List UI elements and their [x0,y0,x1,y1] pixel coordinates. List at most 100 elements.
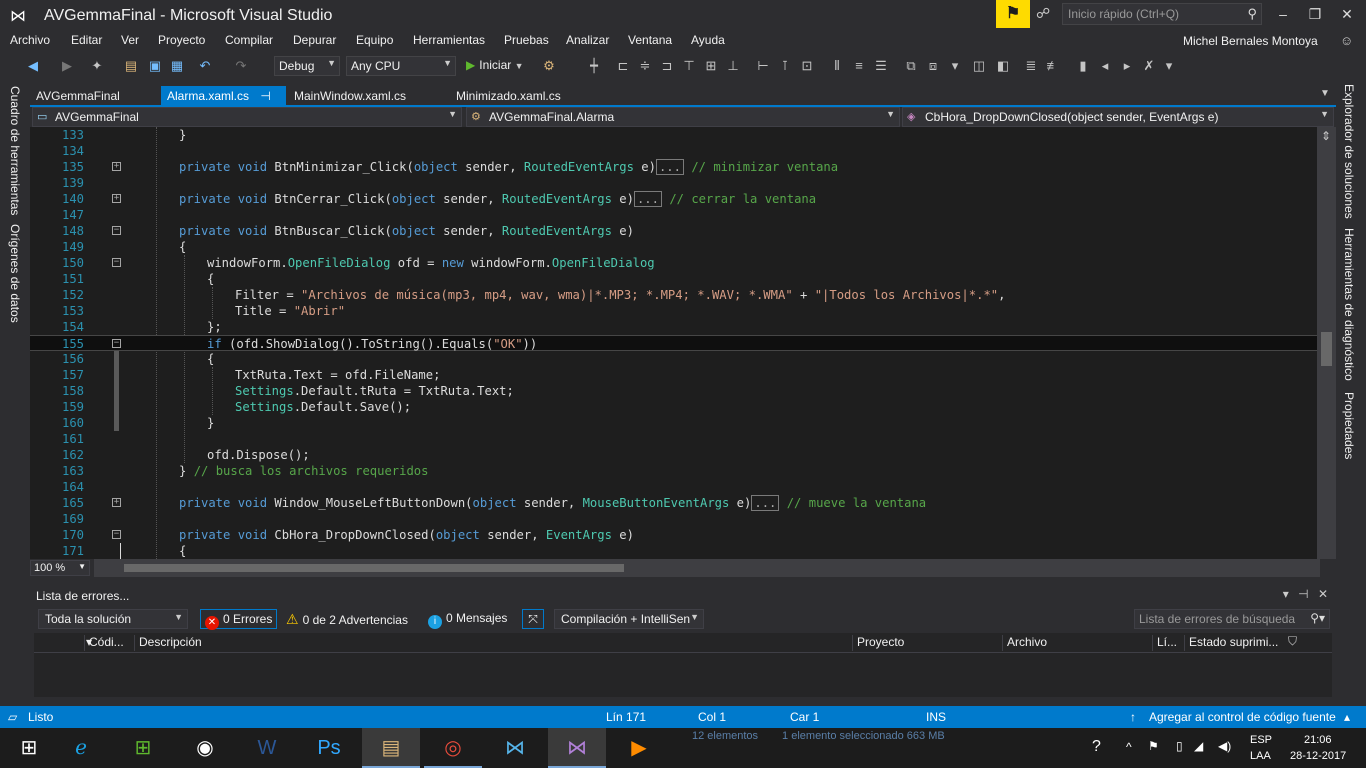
class-dropdown[interactable]: ⚙ AVGemmaFinal.Alarma ▼ [466,107,900,127]
align-right-icon[interactable]: ⊐ [658,57,676,75]
column-suppression-state[interactable]: Estado suprimi... [1184,635,1278,651]
close-icon[interactable]: ✕ [1318,587,1328,601]
photoshop-icon[interactable]: Ps [300,728,358,768]
error-search-input[interactable]: Lista de errores de búsqueda ⚲▾ [1134,609,1330,629]
visual-studio-installer-icon[interactable]: ⋈ [486,728,544,768]
vertical-spacing-icon[interactable]: ☰ [872,57,890,75]
chevron-up-icon[interactable]: ^ [1126,740,1132,754]
notifications-flag-icon[interactable]: ⚑ [996,0,1030,28]
bring-to-front-icon[interactable]: ◫ [970,57,988,75]
store-icon[interactable]: ⊞ [114,728,172,768]
menu-equipo[interactable]: Equipo [356,33,393,47]
menu-ayuda[interactable]: Ayuda [691,33,725,47]
menu-ver[interactable]: Ver [121,33,139,47]
chrome-icon[interactable]: ◎ [424,728,482,768]
start-debugging-button[interactable]: ▶ Iniciar ▼ [462,56,528,76]
volume-icon[interactable]: ◀) [1218,739,1231,753]
properties-tab[interactable]: Propiedades [1342,392,1356,459]
errors-filter-button[interactable]: ✕ 0 Errores [200,609,278,630]
solution-platform-select[interactable]: Any CPU ▼ [346,56,456,76]
tab-minimizado-xaml-cs[interactable]: Minimizado.xaml.cs [450,86,567,106]
battery-icon[interactable]: ▯ [1176,739,1183,753]
bookmark-icon[interactable]: ▮ [1074,57,1092,75]
toolbar-overflow-icon[interactable]: ▾ [1160,57,1178,75]
menu-ventana[interactable]: Ventana [628,33,672,47]
column-file[interactable]: Archivo [1002,635,1047,651]
browser-link-icon[interactable]: ⚙ [540,57,558,75]
editor-horizontal-scrollbar[interactable] [94,559,1320,577]
user-account-name[interactable]: Michel Bernales Montoya [1183,34,1318,48]
expand-icon[interactable]: + [112,498,121,507]
align-left-icon[interactable]: ⊏ [614,57,632,75]
network-flag-icon[interactable]: ⚑ [1148,739,1159,753]
collapse-icon[interactable]: − [112,226,121,235]
solution-configuration-select[interactable]: Debug ▼ [274,56,340,76]
member-dropdown[interactable]: ◈ CbHora_DropDownClosed(object sender, E… [902,107,1334,127]
column-code[interactable]: Códi... [84,635,124,651]
pin-icon[interactable]: ⊣ [1298,587,1308,601]
add-to-source-control[interactable]: Agregar al control de código fuente [1149,710,1336,724]
redo-icon[interactable]: ↷ [232,57,250,75]
editor-vertical-scrollbar[interactable]: ⇕ [1317,127,1336,559]
menu-proyecto[interactable]: Proyecto [158,33,205,47]
save-icon[interactable]: ▣ [146,57,164,75]
chevron-up-icon[interactable]: ▴ [1344,710,1350,724]
tab-alarma-xaml-cs[interactable]: Alarma.xaml.cs ⊣ ✕ [161,86,286,117]
previous-bookmark-icon[interactable]: ◂ [1096,57,1114,75]
save-all-icon[interactable]: ▦ [168,57,186,75]
clock-time[interactable]: 21:06 [1304,734,1332,746]
toolbox-tab[interactable]: Cuadro de herramientas [8,86,22,215]
feedback-icon[interactable]: ☍ [1036,5,1056,25]
tab-avgemmafinal[interactable]: AVGemmaFinal [30,86,126,106]
tab-overflow-chevron-icon[interactable]: ▼ [1320,88,1330,99]
undo-icon[interactable]: ↶ [196,57,214,75]
align-middle-icon[interactable]: ⊞ [702,57,720,75]
menu-depurar[interactable]: Depurar [293,33,336,47]
expand-icon[interactable]: + [112,162,121,171]
scrollbar-thumb[interactable] [1321,332,1332,366]
word-icon[interactable]: W [238,728,296,768]
column-description[interactable]: Descripción [134,635,202,651]
minimize-button[interactable]: ‒ [1268,4,1298,26]
tab-mainwindow-xaml-cs[interactable]: MainWindow.xaml.cs [288,86,412,106]
uncomment-icon[interactable]: ≢ [1044,57,1062,75]
close-button[interactable]: ✕ [1332,4,1362,26]
menu-analizar[interactable]: Analizar [566,33,609,47]
collapse-icon[interactable]: − [112,258,121,267]
windows-start-icon[interactable]: ⊞ [0,728,58,768]
next-bookmark-icon[interactable]: ▸ [1118,57,1136,75]
new-project-icon[interactable]: ✦ [88,57,106,75]
messages-filter-button[interactable]: i 0 Mensajes [424,609,511,629]
menu-compilar[interactable]: Compilar [225,33,273,47]
align-center-icon[interactable]: ≑ [636,57,654,75]
comment-icon[interactable]: ≣ [1022,57,1040,75]
data-sources-tab[interactable]: Orígenes de datos [8,224,22,323]
make-same-width-icon[interactable]: ⊢ [754,57,772,75]
make-same-size-icon[interactable]: ⊡ [798,57,816,75]
scope-select[interactable]: Toda la solución ▼ [38,609,188,629]
horizontal-spacing-icon[interactable]: ⫴ [828,57,846,75]
zoom-level-select[interactable]: 100 % ▼ [30,560,90,576]
panel-menu-chevron-icon[interactable]: ▾ [1283,587,1289,601]
align-icon[interactable]: ┿ [585,57,603,75]
make-same-height-icon[interactable]: ⊺ [776,57,794,75]
camera-app-icon[interactable]: ◉ [176,728,234,768]
visual-studio-icon[interactable]: ⋈ [548,728,606,768]
menu-archivo[interactable]: Archivo [10,33,50,47]
media-player-icon[interactable]: ▶ [610,728,668,768]
menu-herramientas[interactable]: Herramientas [413,33,485,47]
collapse-icon[interactable]: − [112,339,121,348]
open-file-icon[interactable]: ▤ [122,57,140,75]
scrollbar-thumb[interactable] [124,564,624,572]
wifi-icon[interactable]: ◢ [1194,739,1203,753]
split-window-icon[interactable]: ⇕ [1321,129,1331,143]
align-bottom-icon[interactable]: ⊥ [724,57,742,75]
warnings-filter-button[interactable]: ⚠ 0 de 2 Advertencias [282,609,412,629]
center-horizontally-icon[interactable]: ⧉ [902,57,920,75]
align-top-icon[interactable]: ⊤ [680,57,698,75]
column-project[interactable]: Proyecto [852,635,904,651]
project-dropdown[interactable]: ▭ AVGemmaFinal ▼ [32,107,462,127]
diagnostic-tools-tab[interactable]: Herramientas de diagnóstico [1342,228,1356,381]
clear-filter-icon[interactable]: ⤧ [522,609,544,629]
keyboard-layout[interactable]: LAA [1250,750,1271,762]
